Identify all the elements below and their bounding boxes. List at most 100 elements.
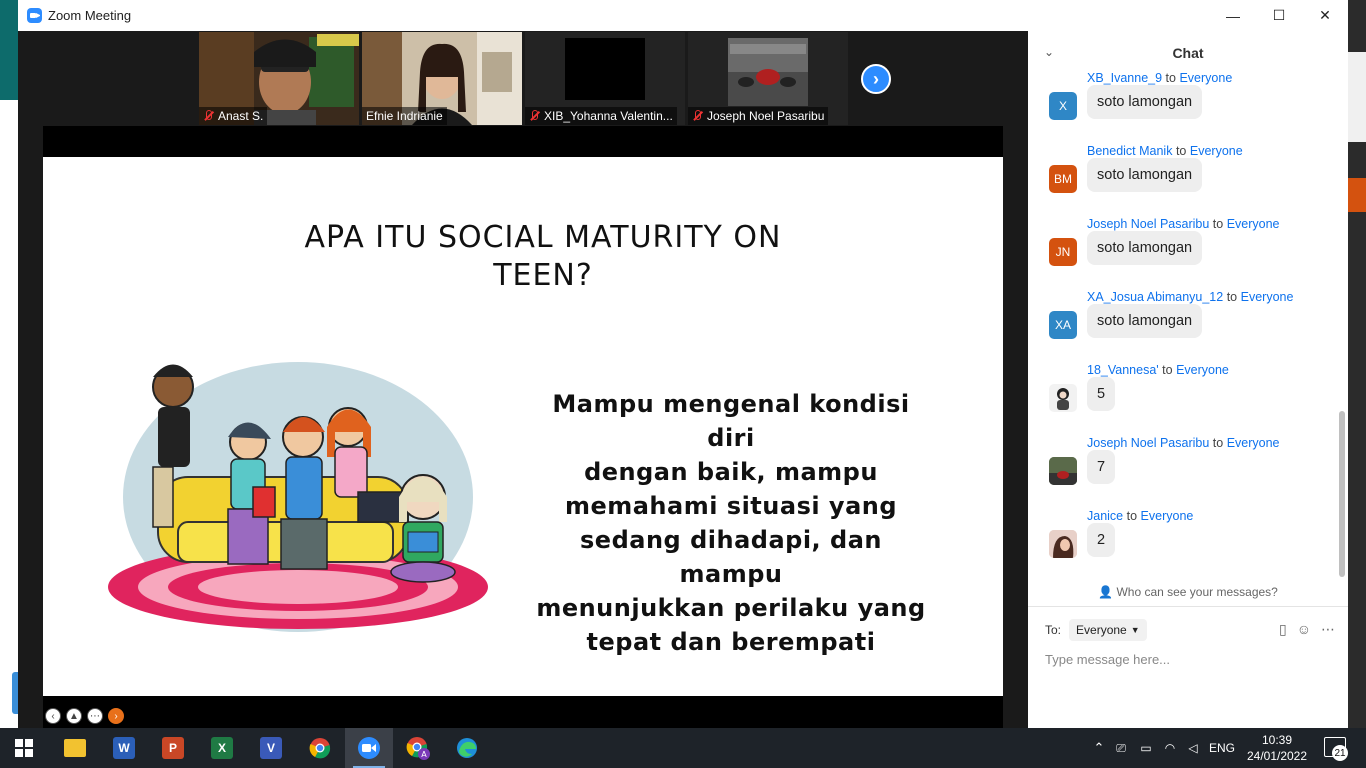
- avatar: BM: [1049, 165, 1077, 193]
- participant-name: Anast S.: [218, 109, 264, 123]
- minimize-button[interactable]: —: [1210, 0, 1256, 31]
- message-sender-line: 18_Vannesa' to Everyone: [1087, 363, 1229, 377]
- avatar: XA: [1049, 311, 1077, 339]
- volume-icon[interactable]: ◁: [1182, 741, 1204, 755]
- muted-mic-icon: [203, 110, 213, 122]
- chrome-profile-icon: A: [406, 737, 430, 760]
- avatar: [1049, 530, 1077, 558]
- recipient-row: To: Everyone ▼ ▯ ☺ ⋯: [1045, 619, 1335, 641]
- window-title: Zoom Meeting: [48, 8, 132, 23]
- visio-icon: V: [260, 737, 282, 759]
- more-icon[interactable]: ⋯: [87, 708, 103, 724]
- chat-message: 18_Vannesa' to Everyone 5: [1028, 363, 1338, 436]
- message-bubble: soto lamongan: [1087, 231, 1203, 265]
- close-button[interactable]: ✕: [1302, 0, 1348, 31]
- to-label: To:: [1045, 623, 1062, 637]
- edge-taskbar-button[interactable]: [443, 728, 491, 768]
- recipient-dropdown[interactable]: Everyone ▼: [1069, 619, 1147, 641]
- taskbar: W P X V A ⌃ ⎚ ▭ ◠ ◁ ENG 10:39 24/01/2022…: [0, 728, 1366, 768]
- forward-icon[interactable]: ›: [108, 708, 124, 724]
- svg-text:A: A: [421, 750, 427, 759]
- participant-strip: Anast S. Efnie Indrianie XIB_Yohanna Val…: [199, 32, 848, 125]
- emoji-icon[interactable]: ☺: [1297, 621, 1311, 638]
- message-bubble: 5: [1087, 377, 1116, 411]
- participant-tile-active-speaker[interactable]: Efnie Indrianie: [362, 32, 522, 125]
- chevron-right-icon: ›: [873, 68, 879, 89]
- muted-mic-icon: [692, 110, 702, 122]
- participant-tile[interactable]: XIB_Yohanna Valentin...: [525, 32, 685, 125]
- clock[interactable]: 10:39 24/01/2022: [1244, 732, 1310, 764]
- desktop-window-fragment: [1348, 178, 1366, 212]
- zoom-taskbar-button[interactable]: [345, 728, 393, 768]
- message-bubble: soto lamongan: [1087, 158, 1203, 192]
- participant-name-bar: Anast S.: [199, 107, 268, 125]
- desktop-window-fragment: [1348, 52, 1366, 142]
- chat-messages: XB_Ivanne_9 to Everyone X soto lamongan …: [1028, 71, 1338, 581]
- scrollbar-thumb[interactable]: [1339, 411, 1345, 577]
- excel-taskbar-button[interactable]: X: [198, 728, 246, 768]
- word-icon: W: [113, 737, 135, 759]
- avatar: JN: [1049, 238, 1077, 266]
- windows-start-button[interactable]: [0, 728, 48, 768]
- chat-header: ⌄ Chat: [1028, 31, 1348, 75]
- edge-icon: [457, 738, 477, 758]
- message-bubble: 7: [1087, 450, 1116, 484]
- teens-on-sofa-illustration: [108, 362, 488, 632]
- desktop-window-fragment: [0, 0, 18, 100]
- zoom-logo-icon: [27, 8, 42, 23]
- message-input[interactable]: [1045, 649, 1335, 669]
- avatar: [1049, 457, 1077, 485]
- date: 24/01/2022: [1246, 749, 1308, 763]
- wifi-icon[interactable]: ◠: [1158, 741, 1182, 755]
- presentation-slide: APA ITU SOCIAL MATURITY ON TEEN? Mampu m…: [43, 157, 1003, 724]
- desktop-right-edge: [1348, 0, 1366, 728]
- visio-taskbar-button[interactable]: V: [247, 728, 295, 768]
- maximize-button[interactable]: ☐: [1256, 0, 1302, 31]
- chat-message: XB_Ivanne_9 to Everyone X soto lamongan: [1028, 71, 1338, 144]
- desktop-left-edge: [0, 0, 18, 728]
- divider: [1028, 606, 1348, 607]
- screen-share-view: APA ITU SOCIAL MATURITY ON TEEN? Mampu m…: [43, 126, 1003, 728]
- chrome-profile-taskbar-button[interactable]: A: [394, 728, 442, 768]
- title-bar: Zoom Meeting — ☐ ✕: [18, 0, 1348, 31]
- back-icon[interactable]: ‹: [45, 708, 61, 724]
- participant-name: Joseph Noel Pasaribu: [707, 109, 825, 123]
- language-indicator[interactable]: ENG: [1204, 741, 1240, 755]
- who-can-see-link[interactable]: 👤 Who can see your messages?: [1028, 585, 1348, 599]
- slideshow-toolbar: ‹ ▲ ⋯ ›: [45, 708, 124, 724]
- message-bubble: soto lamongan: [1087, 85, 1203, 119]
- message-sender-line: XB_Ivanne_9 to Everyone: [1087, 71, 1233, 85]
- pen-icon[interactable]: ▲: [66, 708, 82, 724]
- participant-name: XIB_Yohanna Valentin...: [544, 109, 673, 123]
- chrome-icon: [309, 738, 331, 759]
- show-hidden-icons-icon[interactable]: ⌃: [1090, 740, 1108, 756]
- windows-logo-icon: [15, 739, 33, 757]
- message-sender-line: XA_Josua Abimanyu_12 to Everyone: [1087, 290, 1294, 304]
- slide-body-text: Mampu mengenal kondisi diri dengan baik,…: [536, 390, 926, 656]
- participant-name-bar: Joseph Noel Pasaribu: [688, 107, 829, 125]
- meet-now-icon[interactable]: ⎚: [1108, 741, 1134, 756]
- battery-icon[interactable]: ▭: [1134, 741, 1158, 755]
- chat-message: Benedict Manik to Everyone BM soto lamon…: [1028, 144, 1338, 217]
- powerpoint-taskbar-button[interactable]: P: [149, 728, 197, 768]
- word-taskbar-button[interactable]: W: [100, 728, 148, 768]
- meeting-area: Anast S. Efnie Indrianie XIB_Yohanna Val…: [18, 31, 1028, 728]
- chrome-taskbar-button[interactable]: [296, 728, 344, 768]
- file-icon[interactable]: ▯: [1279, 621, 1287, 638]
- participant-name-bar: XIB_Yohanna Valentin...: [525, 107, 677, 125]
- muted-mic-icon: [529, 110, 539, 122]
- more-options-icon[interactable]: ⋯: [1321, 621, 1335, 638]
- file-explorer-taskbar-button[interactable]: [51, 728, 99, 768]
- chat-message: Janice to Everyone 2: [1028, 509, 1338, 581]
- system-tray: ⌃ ⎚ ▭ ◠ ◁ ENG: [1090, 728, 1240, 768]
- time: 10:39: [1261, 733, 1293, 747]
- participant-tile[interactable]: Anast S.: [199, 32, 359, 125]
- message-sender-line: Joseph Noel Pasaribu to Everyone: [1087, 436, 1280, 450]
- slide-title: APA ITU SOCIAL MATURITY ON TEEN?: [304, 220, 782, 293]
- participant-name-bar: Efnie Indrianie: [362, 107, 447, 125]
- participant-name: Efnie Indrianie: [366, 109, 443, 123]
- chat-scrollbar[interactable]: [1338, 75, 1346, 580]
- participant-tile[interactable]: Joseph Noel Pasaribu: [688, 32, 848, 125]
- avatar: X: [1049, 92, 1077, 120]
- next-participants-button[interactable]: ›: [861, 64, 891, 94]
